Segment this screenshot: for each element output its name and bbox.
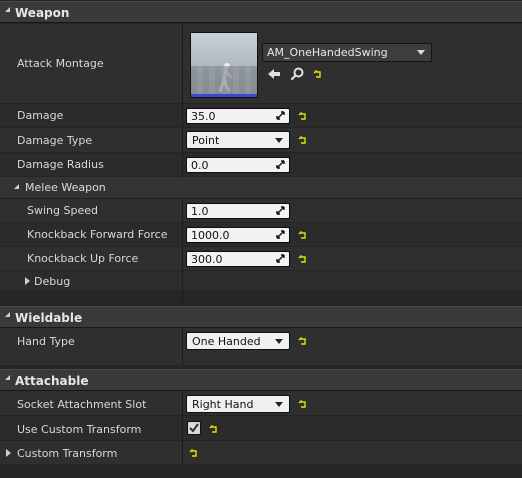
custom-transform-label: Custom Transform (17, 447, 118, 460)
chevron-down-icon (275, 138, 283, 143)
damage-label: Damage (17, 109, 64, 122)
column-divider[interactable] (182, 199, 183, 303)
hand-type-dropdown[interactable]: One Handed (186, 332, 290, 350)
swing-speed-input[interactable]: 1.0 (186, 203, 290, 219)
category-title: Attachable (15, 374, 89, 388)
details-panel: Weapon Attack Montage AM_OneHandedSwing … (0, 0, 522, 478)
row-debug[interactable]: Debug (0, 271, 522, 291)
reset-to-default-icon[interactable] (298, 255, 307, 264)
use-custom-transform-label: Use Custom Transform (17, 423, 142, 436)
hand-type-value: One Handed (192, 335, 261, 348)
debug-label: Debug (34, 275, 71, 288)
damage-radius-input[interactable]: 0.0 (186, 157, 290, 173)
collapse-triangle-icon[interactable] (5, 7, 10, 12)
expand-triangle-icon[interactable] (25, 277, 30, 285)
attack-montage-asset-picker[interactable]: AM_OneHandedSwing (262, 43, 432, 62)
damage-type-dropdown[interactable]: Point (186, 131, 290, 149)
use-selected-arrow-icon[interactable] (267, 68, 281, 80)
reset-to-default-icon[interactable] (298, 337, 307, 346)
socket-slot-label: Socket Attachment Slot (17, 398, 147, 411)
resize-diagonal-icon (276, 206, 285, 215)
category-weapon[interactable]: Weapon (0, 1, 522, 23)
resize-diagonal-icon (276, 111, 285, 120)
chevron-down-icon (275, 339, 283, 344)
knockback-forward-input[interactable]: 1000.0 (186, 227, 290, 243)
socket-slot-dropdown[interactable]: Right Hand (186, 395, 290, 413)
damage-radius-label: Damage Radius (17, 158, 104, 171)
checkmark-icon (189, 423, 199, 433)
reset-to-default-icon[interactable] (298, 136, 307, 145)
damage-input[interactable]: 35.0 (186, 108, 290, 124)
knockback-up-input[interactable]: 300.0 (186, 251, 290, 267)
reset-to-default-icon[interactable] (313, 70, 322, 79)
damage-value: 35.0 (191, 110, 216, 123)
asset-thumbnail[interactable] (190, 32, 258, 98)
use-custom-transform-checkbox[interactable] (187, 421, 201, 435)
category-title: Weapon (15, 6, 70, 20)
damage-radius-value: 0.0 (191, 159, 209, 172)
subcategory-melee-weapon[interactable]: Melee Weapon (0, 177, 522, 199)
reset-to-default-icon[interactable] (209, 425, 218, 434)
row-attack-montage: Attack Montage (0, 24, 522, 104)
resize-diagonal-icon (276, 230, 285, 239)
reset-to-default-icon[interactable] (189, 449, 198, 458)
collapse-triangle-icon[interactable] (5, 375, 10, 380)
column-divider[interactable] (182, 328, 183, 366)
chevron-down-icon (275, 402, 283, 407)
collapse-triangle-icon[interactable] (14, 184, 19, 189)
row-spacer (0, 291, 522, 303)
damage-type-value: Point (192, 134, 220, 147)
melee-weapon-title: Melee Weapon (25, 181, 106, 194)
socket-slot-value: Right Hand (192, 398, 254, 411)
swing-speed-value: 1.0 (191, 205, 209, 218)
hand-type-label: Hand Type (17, 335, 75, 348)
thumbnail-floor (191, 66, 257, 94)
damage-type-label: Damage Type (17, 134, 93, 147)
knockback-forward-value: 1000.0 (191, 229, 230, 242)
resize-diagonal-icon (276, 160, 285, 169)
reset-to-default-icon[interactable] (298, 112, 307, 121)
browse-search-icon[interactable] (291, 67, 304, 80)
attack-montage-value: AM_OneHandedSwing (267, 46, 388, 59)
category-attachable[interactable]: Attachable (0, 369, 522, 391)
swing-speed-label: Swing Speed (27, 204, 98, 217)
expand-triangle-icon[interactable] (6, 449, 11, 457)
category-wieldable[interactable]: Wieldable (0, 306, 522, 328)
attack-montage-label: Attack Montage (17, 57, 104, 70)
reset-to-default-icon[interactable] (298, 231, 307, 240)
row-custom-transform[interactable]: Custom Transform (0, 441, 522, 465)
knockback-up-label: Knockback Up Force (27, 252, 139, 265)
chevron-down-icon (417, 50, 425, 55)
knockback-forward-label: Knockback Forward Force (27, 228, 168, 241)
resize-diagonal-icon (276, 254, 285, 263)
category-title: Wieldable (15, 311, 83, 325)
collapse-triangle-icon[interactable] (5, 312, 10, 317)
row-use-custom-transform: Use Custom Transform (0, 416, 522, 441)
thumbnail-type-bar (191, 94, 257, 97)
reset-to-default-icon[interactable] (298, 400, 307, 409)
column-divider[interactable] (182, 391, 183, 465)
column-divider[interactable] (182, 24, 183, 177)
knockback-up-value: 300.0 (191, 253, 223, 266)
